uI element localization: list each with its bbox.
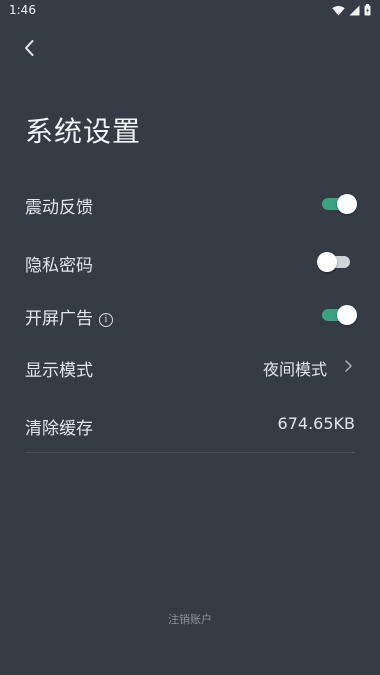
- status-time: 1:46: [9, 3, 36, 17]
- cellular-signal-icon: [349, 5, 360, 15]
- cache-size-value: 674.65KB: [277, 414, 355, 433]
- page-title: 系统设置: [25, 115, 142, 148]
- toggle-knob: [337, 194, 357, 214]
- display-mode-value: 夜间模式: [262, 360, 327, 379]
- back-button[interactable]: [18, 36, 42, 60]
- splash-ad-label-wrap: 开屏广告 i: [25, 304, 113, 329]
- splash-ad-row: 开屏广告 i: [25, 297, 357, 331]
- splash-ad-label: 开屏广告: [25, 309, 93, 329]
- display-mode-row[interactable]: 显示模式 夜间模式: [25, 349, 355, 383]
- display-mode-label: 显示模式: [25, 361, 93, 381]
- clear-cache-label: 清除缓存: [25, 419, 93, 439]
- toggle-knob: [317, 252, 337, 272]
- privacy-lock-label: 隐私密码: [25, 256, 93, 276]
- info-icon[interactable]: i: [99, 313, 113, 327]
- back-arrow-icon: [25, 40, 34, 56]
- vibration-toggle[interactable]: [319, 192, 357, 214]
- vibration-row: 震动反馈: [25, 186, 357, 220]
- privacy-lock-row: 隐私密码: [25, 244, 355, 278]
- clear-cache-row[interactable]: 清除缓存 674.65KB: [25, 407, 355, 441]
- status-icons: [332, 4, 371, 16]
- vibration-label: 震动反馈: [25, 198, 93, 218]
- privacy-lock-toggle[interactable]: [317, 250, 355, 272]
- battery-icon: [364, 4, 371, 16]
- divider: [25, 452, 355, 453]
- logout-button[interactable]: 注销账户: [0, 611, 380, 627]
- status-bar: 1:46: [0, 0, 380, 24]
- wifi-icon: [332, 5, 345, 15]
- toggle-knob: [337, 305, 357, 325]
- chevron-right-icon: [345, 360, 352, 372]
- splash-ad-toggle[interactable]: [319, 303, 357, 325]
